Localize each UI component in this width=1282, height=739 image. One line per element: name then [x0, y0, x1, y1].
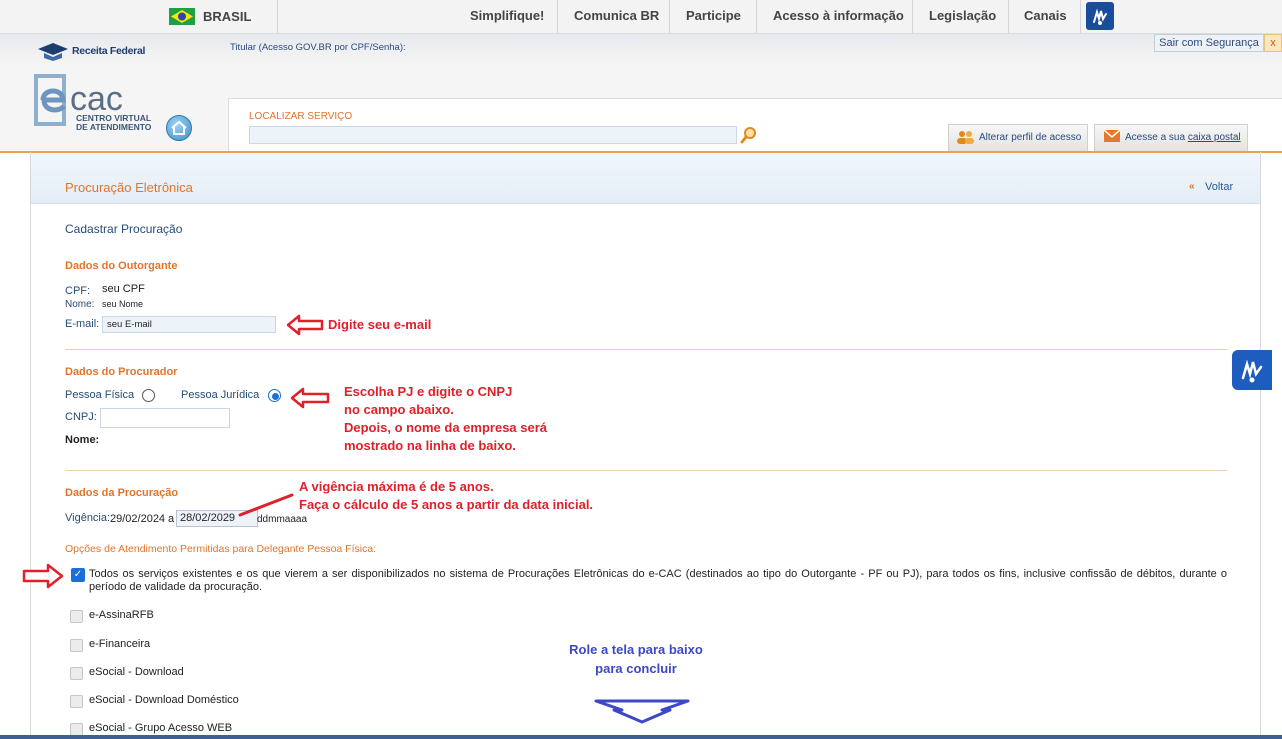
section-title: Cadastrar Procuração — [65, 222, 183, 236]
annotation-email: Digite seu e-mail — [328, 317, 432, 332]
procuracao-heading: Dados da Procuração — [65, 487, 179, 499]
annotation-arrow-todos — [22, 563, 64, 589]
annotation-arrow-pj — [290, 387, 330, 409]
country-label[interactable]: BRASIL — [203, 9, 251, 24]
service-label: eSocial - Download — [89, 666, 184, 678]
nav-simplifique[interactable]: Simplifique! — [470, 8, 544, 23]
close-icon[interactable]: x — [1264, 34, 1282, 52]
mailbox-link[interactable]: caixa postal — [1188, 132, 1241, 143]
mail-icon — [1104, 129, 1120, 142]
cnpj-label: CNPJ: — [65, 411, 97, 423]
service-label: eSocial - Grupo Acesso WEB — [89, 722, 233, 734]
search-icon[interactable] — [740, 126, 758, 144]
logout-button[interactable]: Sair com Segurança — [1154, 34, 1264, 52]
email-label: E-mail: — [65, 318, 100, 330]
brazil-flag-icon — [169, 8, 195, 25]
email-field[interactable] — [102, 316, 276, 333]
sign-language-icon[interactable] — [1086, 2, 1114, 30]
radio-selected-dot — [272, 393, 279, 400]
vigencia-start: 29/02/2024 — [110, 513, 166, 525]
search-label: LOCALIZAR SERVIÇO — [249, 111, 353, 122]
annotation-arrow-email — [286, 314, 324, 336]
cpf-label: CPF: — [65, 285, 91, 297]
service-checkbox[interactable] — [70, 667, 83, 680]
annotation-pj-line4: mostrado na linha de baixo. — [344, 438, 516, 453]
receita-federal-logo-icon — [38, 43, 68, 61]
service-checkbox[interactable] — [70, 610, 83, 623]
home-icon[interactable] — [166, 115, 192, 141]
todos-servicos-label: Todos os serviços existentes e os que vi… — [89, 568, 1227, 593]
procurador-nome-label: Nome: — [65, 434, 100, 446]
annotation-vigencia-line1: A vigência máxima é de 5 anos. — [299, 479, 494, 494]
back-chevron-icon[interactable]: « — [1189, 181, 1195, 192]
search-input[interactable] — [249, 126, 737, 144]
change-profile-label[interactable]: Alterar perfil de acesso — [979, 132, 1081, 143]
cnpj-field[interactable] — [100, 408, 230, 428]
pessoa-fisica-radio[interactable] — [142, 389, 155, 402]
nav-legislacao[interactable]: Legislação — [929, 8, 996, 23]
nome-label: Nome: — [65, 299, 95, 310]
vigencia-separator: a — [168, 513, 175, 525]
service-label: e-Financeira — [89, 638, 151, 650]
service-label: eSocial - Download Doméstico — [89, 694, 239, 706]
annotation-line-vigencia — [238, 493, 294, 517]
nome-value: seu Nome — [102, 299, 144, 309]
logo-subtitle-line2: DE ATENDIMENTO — [76, 122, 152, 132]
nav-participe[interactable]: Participe — [686, 8, 741, 23]
back-link[interactable]: Voltar — [1205, 181, 1233, 193]
opcoes-heading: Opções de Atendimento Permitidas para De… — [65, 543, 377, 555]
page-title-bar — [31, 153, 1260, 204]
receita-federal-logo[interactable]: Receita Federal — [72, 45, 145, 57]
annotation-vigencia-line2: Faça o cálculo de 5 anos a partir da dat… — [299, 497, 594, 512]
pessoa-juridica-label: Pessoa Jurídica — [181, 389, 260, 401]
annotation-scroll-line2: para concluir — [595, 661, 677, 676]
service-checkbox[interactable] — [70, 639, 83, 652]
sign-language-icon[interactable] — [1232, 350, 1272, 390]
annotation-pj-line2: no campo abaixo. — [344, 402, 454, 417]
pessoa-fisica-label: Pessoa Física — [65, 389, 135, 401]
vigencia-label: Vigência: — [65, 512, 111, 524]
nav-comunica-br[interactable]: Comunica BR — [574, 8, 659, 23]
users-icon — [957, 131, 974, 144]
annotation-arrow-down — [594, 699, 690, 724]
cpf-value: seu CPF — [102, 283, 145, 295]
annotation-pj-line1: Escolha PJ e digite o CNPJ — [344, 384, 513, 399]
outorgante-heading: Dados do Outorgante — [65, 260, 178, 272]
service-label: e-AssinaRFB — [89, 609, 154, 621]
annotation-scroll-line1: Role a tela para baixo — [569, 642, 703, 657]
page-title: Procuração Eletrônica — [65, 180, 193, 195]
mailbox-label-prefix: Acesse a sua — [1125, 132, 1188, 143]
service-checkbox[interactable] — [70, 695, 83, 708]
procurador-heading: Dados do Procurador — [65, 366, 178, 378]
nav-canais[interactable]: Canais — [1024, 8, 1067, 23]
titular-label: Titular (Acesso GOV.BR por CPF/Senha): — [230, 42, 406, 53]
annotation-pj-line3: Depois, o nome da empresa será — [344, 420, 548, 435]
todos-servicos-checkbox[interactable]: ✓ — [71, 568, 85, 582]
nav-acesso-informacao[interactable]: Acesso à informação — [773, 8, 904, 23]
